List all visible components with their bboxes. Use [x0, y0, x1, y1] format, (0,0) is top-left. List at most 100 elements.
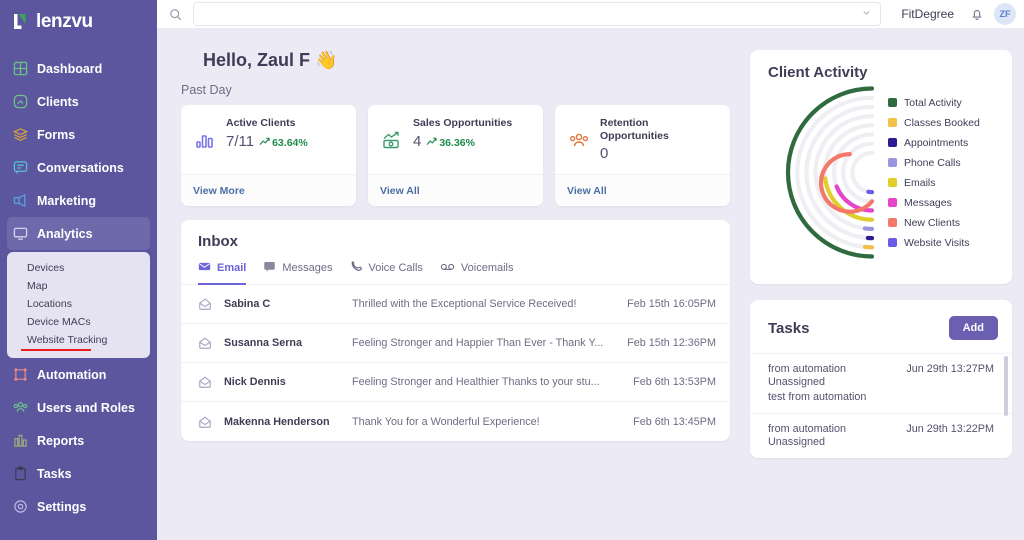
view-all-link[interactable]: View All — [567, 185, 607, 197]
sidebar-item-label: Dashboard — [37, 62, 102, 76]
view-more-link[interactable]: View More — [193, 185, 245, 197]
sidebar-item-marketing[interactable]: Marketing — [0, 184, 157, 217]
kpi-card-active-clients[interactable]: Active Clients 7/11 — [181, 105, 356, 206]
legend-label: Phone Calls — [904, 157, 961, 169]
mail-date: Feb 6th 13:53PM — [633, 376, 716, 388]
mail-sender: Sabina C — [224, 298, 342, 310]
sidebar-item-users-and-roles[interactable]: Users and Roles — [0, 391, 157, 424]
kpi-card-sales-opportunities[interactable]: Sales Opportunities 4 — [368, 105, 543, 206]
legend-color-swatch — [888, 98, 897, 107]
mail-row[interactable]: Susanna Serna Feeling Stronger and Happi… — [181, 324, 730, 363]
tab-voicemails[interactable]: Voicemails — [440, 260, 531, 284]
sidebar-item-label: Analytics — [37, 227, 93, 241]
monitor-icon — [12, 226, 28, 242]
sidebar-item-automation[interactable]: Automation — [0, 358, 157, 391]
kpi-value: 0 — [600, 145, 608, 162]
mail-subject: Feeling Stronger and Happier Than Ever -… — [352, 337, 617, 349]
submenu-item-website-tracking[interactable]: Website Tracking — [7, 331, 150, 349]
mail-row[interactable]: Makenna Henderson Thank You for a Wonder… — [181, 402, 730, 441]
search-icon[interactable] — [167, 8, 183, 21]
legend-label: Messages — [904, 197, 952, 209]
kpi-label: Active Clients — [226, 117, 308, 130]
clipboard-icon — [12, 466, 28, 482]
legend-item: Messages — [888, 193, 998, 213]
radial-chart-svg — [768, 85, 880, 260]
mail-row[interactable]: Nick Dennis Feeling Stronger and Healthi… — [181, 363, 730, 402]
legend-item: Emails — [888, 173, 998, 193]
legend-color-swatch — [888, 238, 897, 247]
sidebar-item-settings[interactable]: Settings — [0, 490, 157, 523]
trend-up-icon — [426, 137, 437, 149]
account-name[interactable]: FitDegree — [889, 7, 966, 21]
task-name: from automation — [768, 423, 846, 435]
voicemail-icon — [440, 260, 455, 276]
submenu-item-locations[interactable]: Locations — [7, 295, 150, 313]
mail-date: Feb 15th 16:05PM — [627, 298, 716, 310]
legend-label: Appointments — [904, 137, 968, 149]
kpi-label: Retention Opportunities — [600, 117, 718, 142]
tab-label: Email — [217, 262, 246, 274]
radial-arc — [788, 89, 872, 257]
avatar[interactable]: ZF — [994, 3, 1016, 25]
search-input[interactable] — [193, 2, 881, 26]
chart-legend: Total Activity Classes Booked Appointmen… — [880, 93, 998, 253]
gear-icon — [12, 499, 28, 515]
tasks-scrollbar[interactable] — [1004, 356, 1008, 416]
user-square-icon — [12, 94, 28, 110]
sidebar-item-label: Clients — [37, 95, 79, 109]
submenu-item-label: Website Tracking — [27, 334, 107, 346]
task-row[interactable]: from automation Jun 29th 13:27PM Unassig… — [750, 353, 1012, 413]
mail-subject: Thrilled with the Exceptional Service Re… — [352, 298, 617, 310]
tab-voice-calls[interactable]: Voice Calls — [350, 260, 440, 284]
legend-color-swatch — [888, 158, 897, 167]
submenu-item-devices[interactable]: Devices — [7, 259, 150, 277]
layers-icon — [12, 127, 28, 143]
users-group-icon — [12, 400, 28, 416]
mail-subject: Thank You for a Wonderful Experience! — [352, 416, 623, 428]
client-activity-panel: Client Activity Total Activity — [750, 50, 1012, 284]
chevron-down-icon[interactable] — [861, 7, 872, 21]
money-trend-icon — [380, 117, 404, 162]
tab-email[interactable]: Email — [198, 260, 263, 284]
legend-item: Classes Booked — [888, 113, 998, 133]
sidebar-item-clients[interactable]: Clients — [0, 85, 157, 118]
sidebar-item-analytics[interactable]: Analytics — [7, 217, 150, 250]
legend-color-swatch — [888, 118, 897, 127]
page-title: Hello, Zaul F 👋 — [181, 28, 730, 71]
tab-messages[interactable]: Messages — [263, 260, 349, 284]
mail-sender: Susanna Serna — [224, 337, 342, 349]
sidebar-nav: Dashboard Clients Forms — [0, 52, 157, 523]
legend-label: Total Activity — [904, 97, 962, 109]
kpi-delta: 36.36% — [426, 137, 475, 149]
submenu-item-map[interactable]: Map — [7, 277, 150, 295]
sidebar-item-dashboard[interactable]: Dashboard — [0, 52, 157, 85]
mail-row[interactable]: Sabina C Thrilled with the Exceptional S… — [181, 285, 730, 324]
left-column: Hello, Zaul F 👋 Past Day Active Clients — [181, 28, 730, 540]
mail-sender: Nick Dennis — [224, 376, 342, 388]
sidebar-item-tasks[interactable]: Tasks — [0, 457, 157, 490]
sidebar-item-reports[interactable]: Reports — [0, 424, 157, 457]
content-area: Hello, Zaul F 👋 Past Day Active Clients — [157, 28, 1024, 540]
legend-item: Total Activity — [888, 93, 998, 113]
lenzvu-logo-mark-icon — [12, 12, 31, 31]
kpi-value: 7/11 — [226, 133, 254, 150]
submenu-item-device-macs[interactable]: Device MACs — [7, 313, 150, 331]
brand-name: lenzvu — [36, 12, 93, 31]
kpi-delta: 63.64% — [259, 137, 308, 149]
bell-icon[interactable] — [966, 7, 988, 21]
add-task-button[interactable]: Add — [949, 316, 998, 340]
legend-label: Website Visits — [904, 237, 970, 249]
sidebar-item-forms[interactable]: Forms — [0, 118, 157, 151]
analytics-submenu: Devices Map Locations Device MACs Websit… — [7, 252, 150, 358]
task-row[interactable]: from automation Jun 29th 13:22PM Unassig… — [750, 413, 1012, 458]
legend-item: Phone Calls — [888, 153, 998, 173]
brand-logo[interactable]: lenzvu — [0, 0, 157, 34]
inbox-tabs: Email Messages Voice Calls — [181, 250, 730, 285]
kpi-delta-value: 63.64% — [272, 137, 308, 149]
sidebar-item-conversations[interactable]: Conversations — [0, 151, 157, 184]
view-all-link[interactable]: View All — [380, 185, 420, 197]
kpi-cards: Active Clients 7/11 — [181, 105, 730, 206]
red-underline-annotation — [21, 349, 91, 351]
kpi-card-retention-opportunities[interactable]: Retention Opportunities 0 View All — [555, 105, 730, 206]
main-area: FitDegree ZF Hello, Zaul F 👋 Past Day — [157, 0, 1024, 540]
